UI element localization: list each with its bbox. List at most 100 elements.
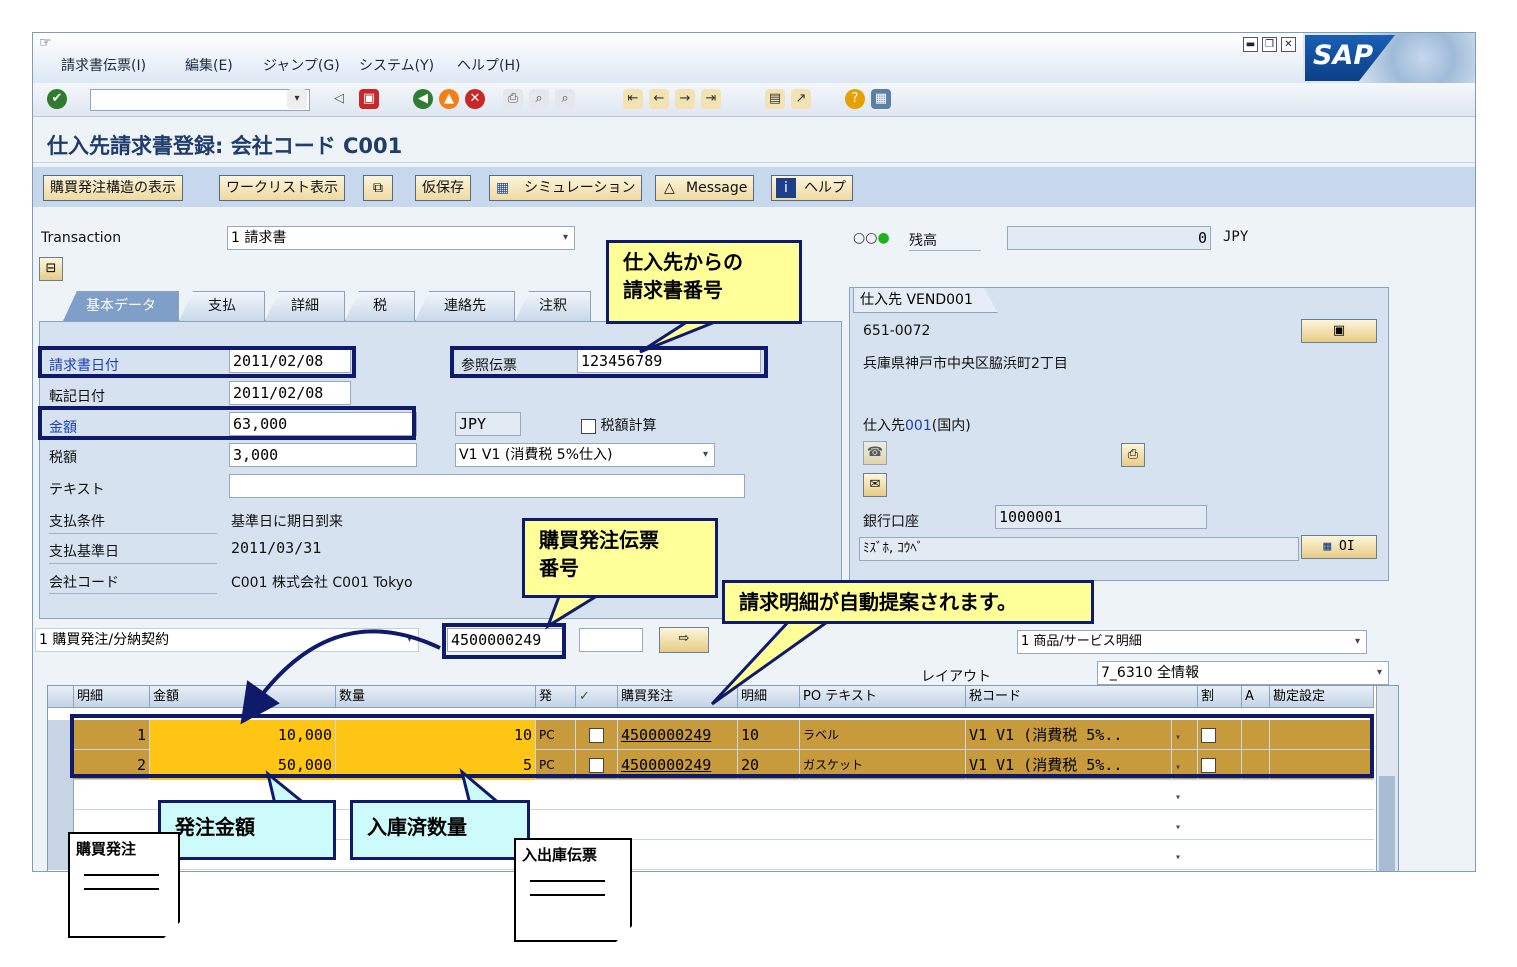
dropdown-icon: ▾ (702, 449, 708, 460)
menu-system[interactable]: システム(Y) (359, 55, 434, 75)
save-icon[interactable]: ▣ (359, 89, 379, 109)
tab-tax[interactable]: 税 (345, 291, 415, 321)
back-arrow-icon[interactable]: ◁ (329, 89, 349, 109)
cell-tax-dropdown[interactable]: ▾ (1172, 840, 1198, 870)
doc-line (530, 880, 605, 882)
layout-icon[interactable]: ▦ (871, 89, 891, 109)
calc-tax-checkbox[interactable]: 税額計算 (581, 415, 656, 435)
tab-basic-data[interactable]: 基本データ (63, 291, 179, 321)
tax-amount-field[interactable]: 3,000 (229, 443, 417, 467)
menu-goto[interactable]: ジャンプ(G) (263, 55, 340, 75)
company-code-value: C001 株式会社 C001 Tokyo (231, 575, 413, 591)
find-icon[interactable]: ⌕ (529, 89, 549, 109)
col-header-a[interactable]: A (1242, 686, 1270, 708)
po-item-field[interactable] (579, 628, 643, 652)
scrollbar-thumb[interactable] (1379, 776, 1395, 871)
help-button[interactable]: i ヘルプ (771, 175, 853, 201)
print-icon[interactable]: ⎙ (503, 89, 523, 109)
simulation-button[interactable]: ▦ シミュレーション (489, 175, 643, 201)
exit-icon[interactable]: ▲ (439, 89, 459, 109)
copy-icon[interactable]: ⧉ (363, 175, 393, 201)
command-dropdown-icon[interactable]: ▾ (287, 89, 307, 109)
po-structure-button[interactable]: 購買発注構造の表示 (43, 175, 183, 201)
tab-contact[interactable]: 連絡先 (415, 291, 515, 321)
new-session-icon[interactable]: ▤ (765, 89, 785, 109)
vendor-tab[interactable]: 仕入先 VEND001 (853, 287, 998, 313)
select-all-header[interactable] (48, 686, 74, 708)
col-header-po-item[interactable]: 明細 (738, 686, 800, 708)
find-next-icon[interactable]: ⌕ (555, 89, 575, 109)
text-field[interactable] (229, 474, 745, 498)
help-icon[interactable]: ? (845, 89, 865, 109)
vendor-detail-icon[interactable]: ▣ (1301, 319, 1377, 343)
cancel-icon[interactable]: ✕ (465, 89, 485, 109)
menu-edit[interactable]: 編集(E) (185, 55, 233, 75)
phone-icon[interactable]: ☎ (863, 441, 887, 465)
col-header-account-assignment[interactable]: 勘定設定 (1270, 686, 1374, 708)
info-icon: i (776, 178, 796, 198)
col-header-quantity[interactable]: 数量 (336, 686, 536, 708)
dropdown-icon: ▾ (1175, 792, 1182, 803)
col-header-amount[interactable]: 金額 (150, 686, 336, 708)
open-items-button[interactable]: ▦ OI (1301, 535, 1377, 559)
menu-invoice[interactable]: 請求書伝票(I) (61, 55, 146, 75)
menu-help[interactable]: ヘルプ(H) (457, 55, 520, 75)
sap-logo: SAP (1303, 33, 1475, 83)
currency-field[interactable]: JPY (455, 412, 521, 436)
first-page-icon[interactable]: ⇤ (623, 89, 643, 109)
shortcut-icon[interactable]: ↗ (791, 89, 811, 109)
transaction-select[interactable]: 1 請求書 ▾ (227, 226, 575, 250)
table-scrollbar[interactable] (1376, 686, 1398, 871)
bank-name-field: ﾐｽﾞﾎ, ｺｳﾍﾞ (859, 537, 1299, 561)
tax-code-select[interactable]: V1 V1 (消費税 5%仕入) ▾ (455, 443, 715, 467)
callout-auto-propose: 請求明細が自動提案されます。 (722, 580, 1094, 624)
close-icon[interactable]: ✕ (1281, 37, 1296, 52)
col-header-item[interactable]: 明細 (74, 686, 150, 708)
minimize-icon[interactable]: ▬ (1243, 37, 1258, 52)
col-header-tax-code[interactable]: 税コード (966, 686, 1198, 708)
posting-date-label: 転記日付 (49, 389, 105, 405)
toggle-header-icon[interactable]: ⊟ (39, 257, 63, 281)
tab-notes[interactable]: 注釈 (515, 291, 591, 321)
window-menu-icon[interactable]: ☞ (39, 35, 52, 51)
callout-received-quantity: 入庫済数量 (350, 800, 530, 860)
message-button[interactable]: △ Message (655, 175, 755, 201)
item-type-select[interactable]: 1 商品/サービス明細 ▾ (1017, 630, 1367, 654)
layout-select[interactable]: 7_6310 全情報 ▾ (1097, 661, 1389, 685)
bank-account-field: 1000001 (995, 505, 1207, 529)
last-page-icon[interactable]: ⇥ (701, 89, 721, 109)
dropdown-icon: ▾ (406, 634, 412, 645)
highlight-reference (450, 346, 768, 378)
vendor-postal: 651-0072 (863, 323, 931, 339)
prev-page-icon[interactable]: ← (649, 89, 669, 109)
baseline-date-label: 支払基準日 (49, 544, 119, 560)
enter-icon[interactable]: ✔ (47, 89, 67, 109)
col-header-po-text[interactable]: PO テキスト (800, 686, 966, 708)
menu-bar: ☞ 請求書伝票(I) 編集(E) ジャンプ(G) システム(Y) ヘルプ(H) … (33, 33, 1475, 83)
col-header-order-unit[interactable]: 発 (536, 686, 576, 708)
worklist-button[interactable]: ワークリスト表示 (219, 175, 345, 201)
back-icon[interactable]: ◀ (413, 89, 433, 109)
doc-line (530, 894, 605, 896)
label-underline (49, 533, 217, 534)
col-header-po[interactable]: 購買発注 (618, 686, 738, 708)
posting-date-field[interactable]: 2011/02/08 (229, 381, 351, 405)
reference-type-select[interactable]: 1 購買発注/分納契約 ▾ (35, 628, 419, 652)
printer-icon[interactable]: ⎙ (1121, 443, 1145, 467)
restore-icon[interactable]: ❐ (1262, 37, 1277, 52)
row-selector[interactable] (48, 780, 74, 810)
cell-tax-dropdown[interactable]: ▾ (1172, 780, 1198, 810)
tab-payment[interactable]: 支払 (179, 291, 265, 321)
execute-arrow-icon[interactable]: ⇨ (659, 627, 709, 653)
callout-vendor-invoice-number: 仕入先からの 請求書番号 (606, 240, 802, 324)
standard-toolbar: ✔ ▾ ◁ ▣ ◀ ▲ ✕ ⎙ ⌕ ⌕ ⇤ ← → ⇥ ▤ ↗ ? ▦ (33, 83, 1475, 117)
hold-button[interactable]: 仮保存 (415, 175, 471, 201)
next-page-icon[interactable]: → (675, 89, 695, 109)
fax-icon[interactable]: ✉ (863, 473, 887, 497)
col-header-check[interactable]: ✓ (576, 686, 618, 708)
doc-line (84, 888, 159, 890)
cell-tax-dropdown[interactable]: ▾ (1172, 810, 1198, 840)
tab-details[interactable]: 詳細 (265, 291, 345, 321)
command-field[interactable] (90, 89, 310, 111)
col-header-split[interactable]: 割 (1198, 686, 1242, 708)
